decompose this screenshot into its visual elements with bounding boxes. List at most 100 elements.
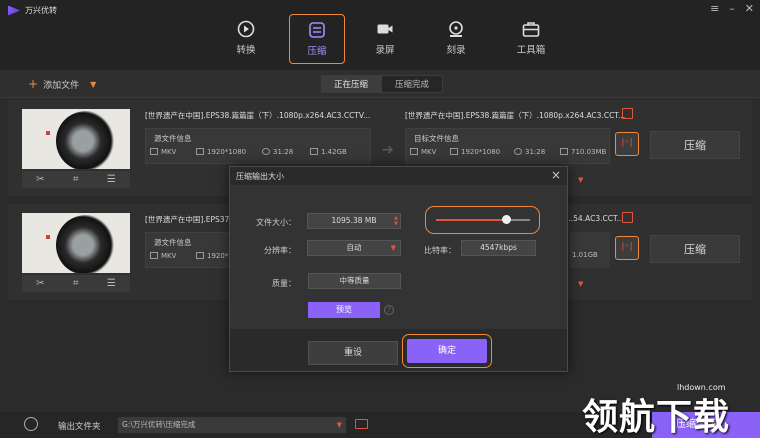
- video-format-icon: [150, 148, 158, 155]
- src-size: 1.42GB: [321, 148, 347, 156]
- src-duration: 31:28: [273, 148, 294, 156]
- arrow-right-icon: ➔: [382, 142, 394, 158]
- source-info-label: 源文件信息: [154, 134, 192, 143]
- quality-label: 质量：: [272, 279, 296, 288]
- title-bar: 万兴优转 ≡ – ✕ 转换 压缩 录屏 刻录 工具箱: [0, 0, 760, 70]
- compress-settings-icon: |◦|: [621, 138, 633, 148]
- clock-icon: [514, 148, 522, 155]
- nav-burn[interactable]: 刻录: [428, 14, 484, 64]
- alarm-clock-icon[interactable]: [24, 417, 38, 431]
- source-file-name: [世界遗产在中国].EPS37...: [145, 215, 237, 224]
- stepper-icon[interactable]: ▲ ▼: [394, 215, 398, 227]
- compress-settings-button[interactable]: |◦|: [615, 132, 639, 156]
- thumbnail-tools: ✂ ⌗ ☰: [22, 171, 130, 188]
- resolution-icon: [196, 252, 204, 259]
- target-info-box: 目标文件信息 MKV 1920*1080 31:28 710.03MB: [405, 128, 610, 164]
- settings-sliders-icon[interactable]: ☰: [107, 278, 116, 289]
- tab-completed[interactable]: 压缩完成: [381, 75, 443, 93]
- resolution-icon: [450, 148, 458, 155]
- video-thumbnail[interactable]: [22, 109, 130, 169]
- status-tabs: 正在压缩 压缩完成: [321, 75, 443, 93]
- target-info-label: 目标文件信息: [414, 134, 459, 143]
- caret-down-icon: ▼: [336, 421, 342, 429]
- scissors-icon[interactable]: ✂: [36, 174, 44, 185]
- file-size-slider[interactable]: [425, 206, 540, 234]
- output-folder-label: 输出文件夹: [58, 422, 101, 432]
- video-thumbnail[interactable]: [22, 213, 130, 273]
- nav-burn-label: 刻录: [446, 45, 466, 56]
- target-file-name: [世界遗产在中国].EPS38.篇篇崖（下）.1080p.x264.AC3.CC…: [405, 111, 626, 120]
- help-icon[interactable]: ?: [384, 305, 394, 315]
- compress-settings-button[interactable]: |◦|: [615, 236, 639, 260]
- dialog-footer: 重设 确定: [230, 329, 567, 371]
- close-icon[interactable]: ×: [551, 168, 561, 182]
- record-icon: [376, 20, 394, 38]
- add-file-button[interactable]: + 添加文件 ▼: [28, 78, 96, 91]
- folder-icon: [560, 148, 568, 155]
- preview-button[interactable]: 预览: [308, 302, 380, 318]
- burn-icon: [447, 20, 465, 38]
- resolution-label: 分辨率：: [264, 246, 296, 255]
- src-format: MKV: [161, 148, 177, 156]
- caret-down-icon[interactable]: ▼: [578, 176, 583, 184]
- resolution-select[interactable]: 自动 ▼: [307, 240, 401, 256]
- tab-compressing[interactable]: 正在压缩: [321, 75, 381, 93]
- plus-icon: +: [28, 77, 39, 91]
- slider-fill: [436, 219, 507, 221]
- scissors-icon[interactable]: ✂: [36, 278, 44, 289]
- file-size-input[interactable]: 1095.38 MB ▲ ▼: [307, 213, 401, 229]
- bitrate-field: 4547kbps: [461, 240, 536, 256]
- nav-toolbox-label: 工具箱: [516, 45, 546, 56]
- output-path-select[interactable]: G:\万兴优转\压缩完成 ▼: [118, 417, 346, 433]
- slider-handle[interactable]: [502, 215, 511, 224]
- toolbox-icon: [522, 20, 540, 38]
- convert-icon: [237, 20, 255, 38]
- src-format: MKV: [161, 252, 177, 260]
- thumbnail-tools: ✂ ⌗ ☰: [22, 275, 130, 292]
- edit-icon[interactable]: [622, 212, 633, 223]
- sub-toolbar: + 添加文件 ▼ 正在压缩 压缩完成: [0, 70, 760, 98]
- watermark-text: 领航下载: [582, 397, 731, 438]
- compress-settings-icon: |◦|: [621, 242, 633, 252]
- crop-icon[interactable]: ⌗: [73, 278, 79, 289]
- resolution-value: 自动: [346, 243, 362, 252]
- compress-button[interactable]: 压缩: [650, 131, 740, 159]
- dialog-title: 压缩输出大小: [236, 172, 284, 181]
- nav-convert[interactable]: 转换: [218, 14, 274, 64]
- nav-toolbox[interactable]: 工具箱: [503, 14, 559, 64]
- quality-select[interactable]: 中等质量: [308, 273, 401, 289]
- nav-compress-label: 压缩: [307, 46, 327, 57]
- source-info-label: 源文件信息: [154, 238, 192, 247]
- source-info-box: 源文件信息 MKV 1920*1080 31:28 1.42GB: [145, 128, 371, 164]
- edit-icon[interactable]: [622, 108, 633, 119]
- crop-icon[interactable]: ⌗: [73, 174, 79, 185]
- tgt-size: 1.01GB: [572, 251, 598, 259]
- nav-record[interactable]: 录屏: [357, 14, 413, 64]
- tgt-format: MKV: [421, 148, 437, 156]
- bitrate-label: 比特率：: [424, 246, 456, 255]
- nav-convert-label: 转换: [236, 45, 256, 56]
- file-size-value: 1095.38 MB: [331, 216, 377, 225]
- caret-down-icon: ▼: [390, 244, 396, 252]
- settings-sliders-icon[interactable]: ☰: [107, 174, 116, 185]
- compress-button[interactable]: 压缩: [650, 235, 740, 263]
- resolution-icon: [196, 148, 204, 155]
- nav-compress[interactable]: 压缩: [289, 14, 345, 64]
- main-nav: 转换 压缩 录屏 刻录 工具箱: [0, 14, 760, 66]
- src-resolution: 1920*1080: [207, 148, 247, 156]
- reset-button[interactable]: 重设: [308, 341, 398, 365]
- compress-size-dialog: 压缩输出大小 × 文件大小： 1095.38 MB ▲ ▼ 分辨率： 自动 ▼ 比…: [229, 166, 568, 372]
- caret-down-icon[interactable]: ▼: [90, 80, 96, 89]
- tgt-duration: 31:28: [525, 148, 546, 156]
- file-size-label: 文件大小：: [256, 218, 296, 227]
- folder-icon: [310, 148, 318, 155]
- ok-button[interactable]: 确定: [407, 339, 487, 363]
- target-info-box: 1.01GB: [570, 232, 610, 268]
- caret-down-icon[interactable]: ▼: [578, 280, 583, 288]
- folder-icon[interactable]: [355, 419, 368, 429]
- tgt-resolution: 1920*1080: [461, 148, 501, 156]
- ok-button-highlight: 确定: [402, 334, 492, 368]
- target-file-name: ...54.AC3.CCT...: [566, 214, 624, 223]
- nav-record-label: 录屏: [375, 45, 395, 56]
- tgt-size: 710.03MB: [571, 148, 607, 156]
